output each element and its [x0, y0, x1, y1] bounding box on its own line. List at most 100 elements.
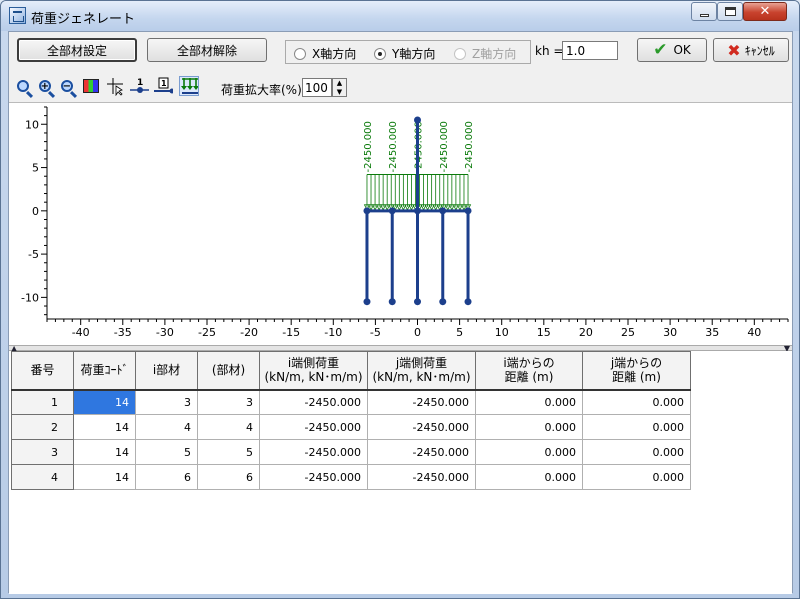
row-header[interactable]: 1: [11, 388, 74, 415]
x-tick-label: -25: [198, 326, 216, 339]
table-cell[interactable]: 0.000: [582, 388, 691, 415]
load-scale-input[interactable]: [302, 78, 332, 97]
spinner-down-icon[interactable]: ▼: [333, 88, 346, 97]
minimize-button[interactable]: [691, 2, 717, 21]
table-cell[interactable]: 14: [73, 414, 136, 440]
maximize-button[interactable]: [717, 2, 743, 21]
x-tick-label: 15: [537, 326, 551, 339]
table-cell[interactable]: 6: [135, 464, 198, 490]
node-point: [464, 207, 472, 215]
node-number-icon: 1: [130, 78, 149, 93]
color-button[interactable]: [81, 76, 101, 96]
load-value-label: -2450.000: [388, 121, 399, 172]
cursor-cross-icon: [107, 78, 123, 96]
ok-label: OK: [673, 43, 691, 57]
load-scale-spinner[interactable]: ▲ ▼: [332, 78, 347, 97]
y-tick-label: -10: [21, 291, 39, 304]
table-cell[interactable]: -2450.000: [259, 439, 368, 465]
radio-y-label: Y軸方向: [392, 47, 436, 61]
column-header-3[interactable]: (部材): [197, 351, 260, 390]
column-header-5[interactable]: j端側荷重 (kN/m, kN･m/m): [367, 351, 476, 390]
table-row: 4 14 6 6 -2450.000 -2450.000 0.000 0.000: [11, 464, 691, 490]
table-cell[interactable]: 14: [73, 439, 136, 465]
row-header[interactable]: 2: [11, 414, 74, 440]
y-tick-label: 5: [32, 162, 39, 175]
x-tick-label: 35: [705, 326, 719, 339]
table-cell[interactable]: 0.000: [475, 464, 583, 490]
column-header-4[interactable]: i端側荷重 (kN/m, kN･m/m): [259, 351, 368, 390]
table-cell[interactable]: 0.000: [475, 388, 583, 415]
x-tick-label: -15: [282, 326, 300, 339]
table-cell[interactable]: -2450.000: [367, 388, 476, 415]
table-cell[interactable]: 0.000: [582, 414, 691, 440]
table-cell[interactable]: 4: [135, 414, 198, 440]
load-scale-label: 荷重拡大率(%): [221, 83, 302, 97]
cursor-cross-button[interactable]: [105, 76, 125, 96]
column-header-7[interactable]: j端からの 距離 (m): [582, 351, 691, 390]
table-cell[interactable]: 0.000: [582, 464, 691, 490]
load-display-button[interactable]: [179, 76, 199, 96]
table-cell[interactable]: -2450.000: [367, 439, 476, 465]
table-cell[interactable]: 4: [197, 414, 260, 440]
ok-button[interactable]: ✔ OK: [637, 38, 707, 62]
kh-input[interactable]: [562, 41, 618, 60]
close-icon: ✕: [759, 4, 771, 19]
color-icon: [83, 79, 99, 93]
column-header-0[interactable]: 番号: [11, 351, 74, 390]
table-cell[interactable]: 3: [197, 388, 260, 415]
table-cell[interactable]: -2450.000: [259, 388, 368, 415]
node-point: [363, 207, 371, 215]
x-tick-label: -40: [72, 326, 90, 339]
zoom-in-button[interactable]: +: [35, 76, 55, 96]
node-point: [439, 298, 447, 306]
svg-text:1: 1: [161, 79, 167, 88]
column-header-2[interactable]: i部材: [135, 351, 198, 390]
title-bar[interactable]: 荷重ジェネレート ✕: [1, 1, 799, 31]
table-cell[interactable]: 5: [197, 439, 260, 465]
table-cell[interactable]: 14: [73, 388, 136, 415]
table-cell[interactable]: -2450.000: [259, 464, 368, 490]
zoom-in-icon: +: [39, 80, 51, 92]
table-row: 3 14 5 5 -2450.000 -2450.000 0.000 0.000: [11, 439, 691, 465]
table-cell[interactable]: 0.000: [475, 414, 583, 440]
load-table-area: 番号 荷重ｺｰﾄﾞ i部材 (部材) i端側荷重 (kN/m, kN･m/m) j端側荷重…: [9, 351, 792, 594]
y-tick-label: 0: [32, 205, 39, 218]
structure-plot[interactable]: 10 5 0 -5 -10 -40 -35 -30 -25 -20 -15 -10 -5 0 5 10 15 20…: [9, 102, 792, 345]
x-tick-label: 10: [495, 326, 509, 339]
radio-y-direction[interactable]: Y軸方向: [374, 45, 435, 62]
radio-z-direction[interactable]: Z軸方向: [454, 45, 516, 62]
column-header-6[interactable]: i端からの 距離 (m): [475, 351, 583, 390]
x-tick-label: -5: [370, 326, 381, 339]
deselect-all-members-button[interactable]: 全部材解除: [147, 38, 267, 62]
table-cell[interactable]: 14: [73, 464, 136, 490]
radio-x-direction[interactable]: X軸方向: [294, 45, 356, 62]
direction-radio-group: X軸方向 Y軸方向 Z軸方向: [285, 40, 531, 64]
table-cell[interactable]: -2450.000: [367, 464, 476, 490]
node-number-button[interactable]: 1: [129, 76, 149, 96]
table-cell[interactable]: 0.000: [582, 439, 691, 465]
close-button[interactable]: ✕: [743, 2, 787, 21]
row-header[interactable]: 3: [11, 439, 74, 465]
select-all-members-button[interactable]: 全部材設定: [17, 38, 137, 62]
table-cell[interactable]: 6: [197, 464, 260, 490]
table-cell[interactable]: -2450.000: [259, 414, 368, 440]
radio-x-label: X軸方向: [312, 47, 357, 61]
table-cell[interactable]: 3: [135, 388, 198, 415]
member-number-button[interactable]: 1: [153, 76, 173, 96]
table-cell[interactable]: 5: [135, 439, 198, 465]
column-header-1[interactable]: 荷重ｺｰﾄﾞ: [73, 351, 136, 390]
spinner-up-icon[interactable]: ▲: [333, 79, 346, 88]
y-tick-label: -5: [28, 248, 39, 261]
x-tick-label: -10: [324, 326, 342, 339]
node-point: [388, 298, 396, 306]
cancel-button[interactable]: ✖ ｷｬﾝｾﾙ: [713, 38, 789, 62]
row-header[interactable]: 4: [11, 464, 74, 490]
table-cell[interactable]: 0.000: [475, 439, 583, 465]
load-value-label: -2450.000: [464, 121, 475, 172]
node-point: [414, 207, 421, 215]
zoom-fit-button[interactable]: [13, 76, 33, 96]
zoom-out-button[interactable]: −: [57, 76, 77, 96]
maximize-icon: [724, 7, 736, 16]
x-tick-label: 30: [663, 326, 677, 339]
table-cell[interactable]: -2450.000: [367, 414, 476, 440]
